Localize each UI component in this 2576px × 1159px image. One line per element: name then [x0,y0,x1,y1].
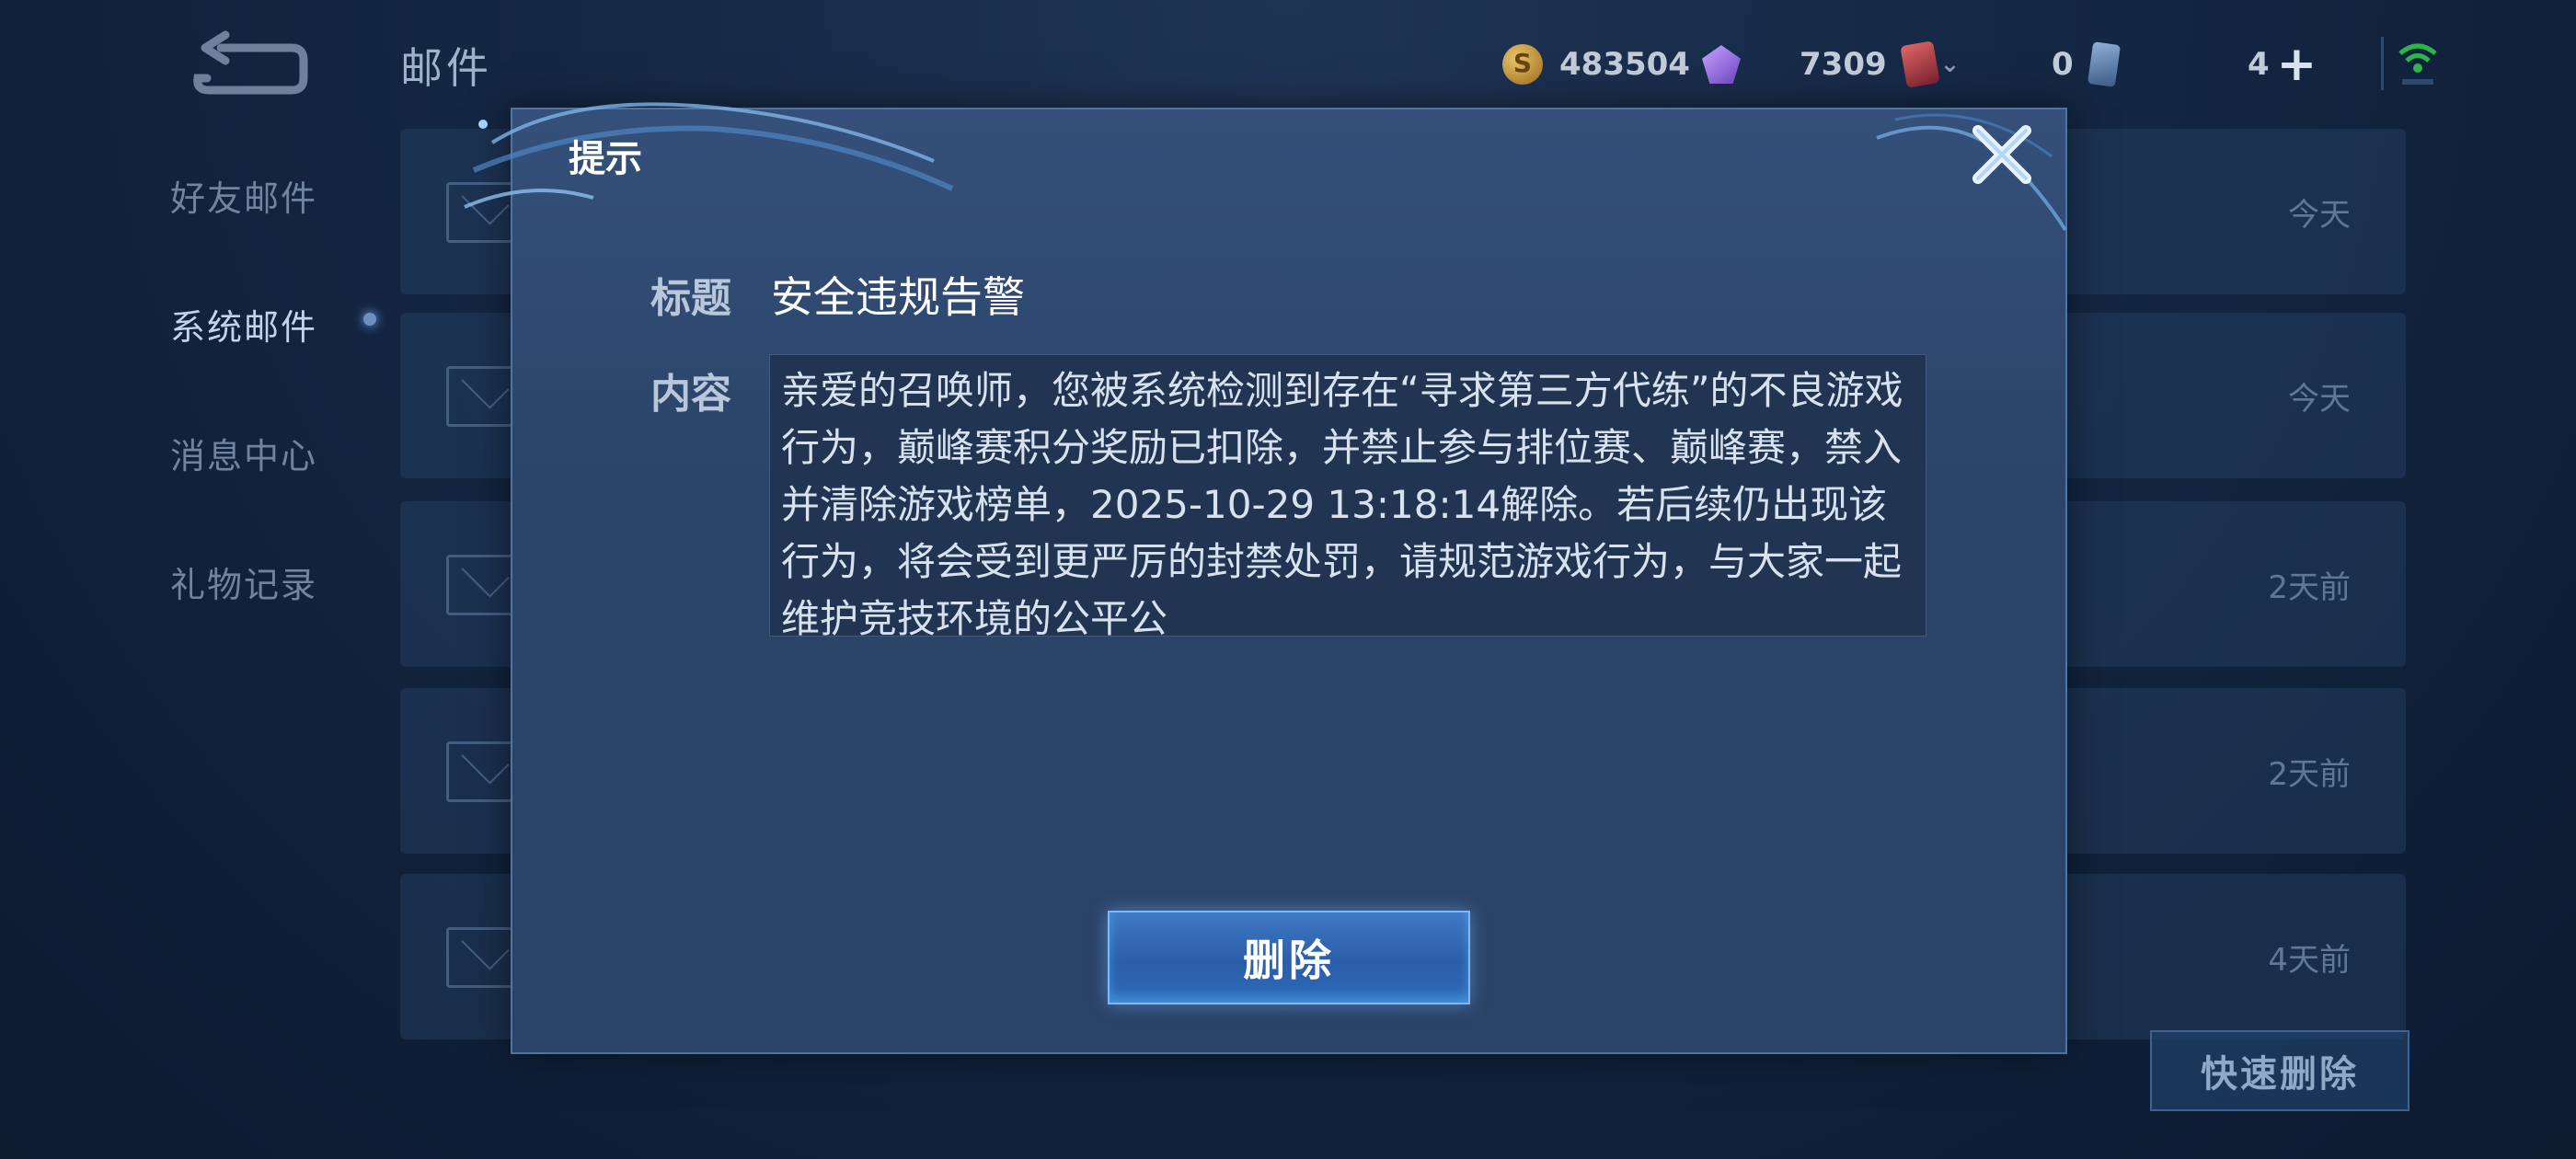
mail-date: 今天 [2288,381,2351,418]
subject-label: 标题 [650,275,731,322]
mail-content-box[interactable]: 亲爱的召唤师，您被系统检测到存在“寻求第三方代练”的不良游戏行为，巅峰赛积分奖励… [769,354,1926,637]
add-count: 4 [2248,46,2270,83]
mail-date: 今天 [2288,197,2351,234]
mail-date: 2天前 [2268,756,2351,793]
close-icon[interactable] [1967,120,2037,189]
gold-value: 483504 [1559,46,1690,83]
gem-counter: 7309 ⌄ [1702,39,1960,90]
dialog-ornament [464,102,954,209]
ticket-icon[interactable] [1899,40,1940,88]
back-arrow-icon[interactable] [189,28,308,97]
chevron-down-icon[interactable]: ⌄ [1940,51,1961,78]
add-counter[interactable]: 4 + [2248,37,2317,92]
dialog-title: 提示 [569,138,642,180]
gem-value: 7309 [1800,46,1887,83]
gold-coin-icon [1502,44,1543,85]
selected-indicator [363,313,376,326]
sidebar-item-gift-record[interactable]: 礼物记录 [170,557,317,607]
sidebar-item-friend-mail[interactable]: 好友邮件 [170,170,317,221]
diamond-icon [1702,45,1741,84]
mail-date: 2天前 [2268,569,2351,606]
gold-counter: 483504 [1502,39,1690,90]
mail-subject: 安全违规告警 [771,272,1025,322]
card-icon[interactable] [2087,41,2121,87]
sidebar-item-system-mail[interactable]: 系统邮件 [170,299,317,350]
wifi-icon [2381,37,2437,90]
sidebar-item-message-center[interactable]: 消息中心 [170,428,317,478]
delete-button[interactable]: 删除 [1108,911,1470,1004]
card-value: 0 [2052,46,2074,83]
mail-date: 4天前 [2268,942,2351,979]
card-counter: 0 [2052,39,2121,90]
quick-delete-button[interactable]: 快速删除 [2150,1030,2409,1111]
plus-icon[interactable]: + [2277,37,2317,92]
content-label: 内容 [650,371,731,418]
mail-content: 亲爱的召唤师，您被系统检测到存在“寻求第三方代练”的不良游戏行为，巅峰赛积分奖励… [781,368,1903,637]
